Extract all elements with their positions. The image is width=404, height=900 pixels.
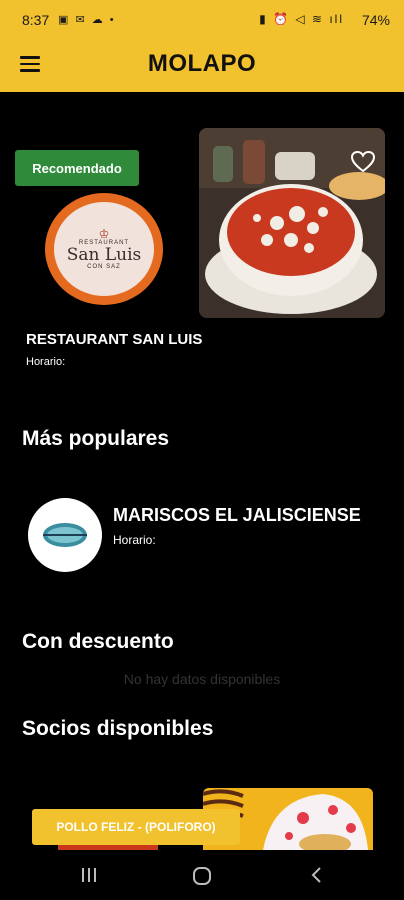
recents-icon-graphic <box>82 868 96 882</box>
status-bar: 8:37 ▣ ✉ ☁ • ▮ ⏰ ◁ ≋ ıll 74% <box>0 0 404 44</box>
restaurant-name[interactable]: RESTAURANT SAN LUIS <box>26 331 202 348</box>
logo-bottom-text: CON SAZ <box>87 264 121 270</box>
app-bar: MOLAPO <box>0 44 404 92</box>
home-icon[interactable] <box>192 866 212 891</box>
mariscos-logo-icon <box>43 523 87 547</box>
battery-level: 74% <box>361 12 390 28</box>
back-icon[interactable] <box>308 866 326 889</box>
popular-restaurant-hours-label: Horario: <box>113 533 156 547</box>
home-icon-graphic <box>193 867 211 885</box>
back-icon-graphic <box>311 867 321 883</box>
status-time: 8:37 <box>22 12 50 28</box>
recents-icon[interactable] <box>80 866 98 889</box>
restaurant-logo-inner: ♔ RESTAURANT San Luis CON SAZ <box>54 202 154 296</box>
popular-restaurant-logo[interactable] <box>28 498 102 572</box>
recommended-badge: Recomendado <box>15 150 139 186</box>
heart-outline-icon-graphic <box>350 150 376 173</box>
notification-icons: ▣ ✉ ☁ • <box>58 14 116 26</box>
section-popular-heading: Más populares <box>22 427 170 450</box>
discount-empty-message: No hay datos disponibles <box>123 671 281 687</box>
crown-icon: ♔ <box>98 227 110 241</box>
system-status-icons: ▮ ⏰ ◁ ≋ ıll <box>259 12 344 26</box>
logo-name: San Luis <box>66 245 142 265</box>
partner-name-label[interactable]: POLLO FELIZ - (POLIFORO) <box>32 809 240 845</box>
restaurant-logo[interactable]: ♔ RESTAURANT San Luis CON SAZ <box>45 193 163 305</box>
heart-outline-icon[interactable] <box>350 150 376 174</box>
app-title: MOLAPO <box>147 50 257 77</box>
system-nav-bar <box>0 850 404 900</box>
section-discount-heading: Con descuento <box>22 630 174 653</box>
section-partners-heading: Socios disponibles <box>22 717 214 740</box>
popular-restaurant-name[interactable]: MARISCOS EL JALISCIENSE <box>113 505 361 526</box>
restaurant-hours-label: Horario: <box>26 356 66 368</box>
